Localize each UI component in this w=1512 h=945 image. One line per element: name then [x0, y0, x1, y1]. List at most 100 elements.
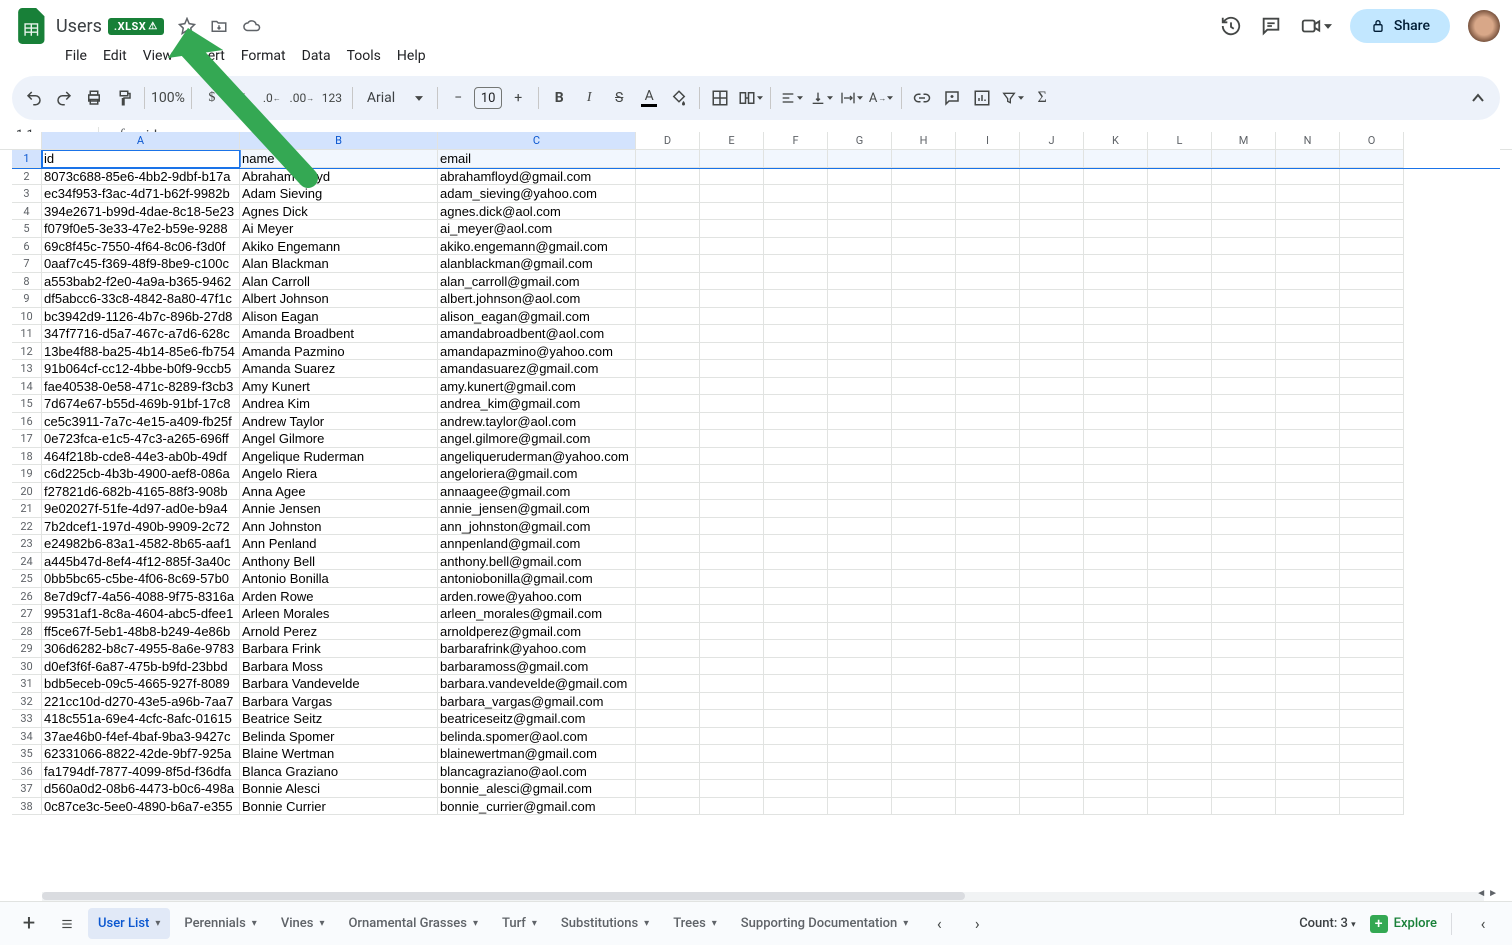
cell[interactable]: amandabroadbent@aol.com [438, 325, 636, 343]
cell[interactable] [1276, 605, 1340, 623]
cell[interactable] [700, 500, 764, 518]
cell[interactable]: Barbara Vargas [240, 693, 438, 711]
cell[interactable]: 0e723fca-e1c5-47c3-a265-696ff [42, 430, 240, 448]
cell[interactable]: 9e02027f-51fe-4d97-ad0e-b9a4 [42, 500, 240, 518]
cell[interactable] [1084, 675, 1148, 693]
cell[interactable] [700, 728, 764, 746]
cell[interactable] [1148, 430, 1212, 448]
cell[interactable] [1148, 693, 1212, 711]
cell[interactable] [1148, 605, 1212, 623]
cell[interactable] [1148, 500, 1212, 518]
cell[interactable] [764, 640, 828, 658]
row-header[interactable]: 20 [12, 483, 42, 501]
cell[interactable] [636, 623, 700, 641]
cell[interactable]: fae40538-0e58-471c-8289-f3cb3 [42, 378, 240, 396]
cell[interactable] [1212, 308, 1276, 326]
menu-edit[interactable]: Edit [96, 44, 134, 68]
tabs-scroll-left[interactable]: ‹ [922, 907, 956, 941]
cell[interactable] [700, 343, 764, 361]
cell[interactable] [1020, 500, 1084, 518]
scroll-left-icon[interactable]: ◄ [1476, 888, 1486, 899]
cell[interactable] [892, 675, 956, 693]
cell[interactable] [1340, 465, 1404, 483]
cell[interactable] [956, 710, 1020, 728]
cell[interactable] [700, 623, 764, 641]
cell[interactable] [1340, 325, 1404, 343]
cell[interactable] [764, 588, 828, 606]
cell[interactable] [956, 640, 1020, 658]
cell[interactable] [828, 710, 892, 728]
cell[interactable]: a553bab2-f2e0-4a9a-b365-9462 [42, 273, 240, 291]
cell[interactable] [1020, 168, 1084, 186]
paint-format-icon[interactable] [110, 83, 138, 113]
cell[interactable] [828, 395, 892, 413]
cell[interactable]: andrew.taylor@aol.com [438, 413, 636, 431]
cell[interactable] [1148, 640, 1212, 658]
cell[interactable] [892, 780, 956, 798]
cell[interactable] [1020, 623, 1084, 641]
cell[interactable]: Barbara Vandevelde [240, 675, 438, 693]
merge-cells-button[interactable] [736, 83, 764, 113]
cell[interactable]: 13be4f88-ba25-4b14-85e6-fb754 [42, 343, 240, 361]
cell[interactable] [892, 518, 956, 536]
cell[interactable] [956, 588, 1020, 606]
cell[interactable] [956, 150, 1020, 168]
menu-file[interactable]: File [58, 44, 94, 68]
cell[interactable] [1020, 763, 1084, 781]
cell[interactable] [1020, 605, 1084, 623]
cell[interactable] [892, 588, 956, 606]
cell[interactable] [828, 343, 892, 361]
cell[interactable] [1212, 150, 1276, 168]
cell[interactable] [1212, 203, 1276, 221]
cell[interactable]: Blaine Wertman [240, 745, 438, 763]
cell[interactable] [1212, 220, 1276, 238]
cell[interactable] [1084, 430, 1148, 448]
cell[interactable]: ai_meyer@aol.com [438, 220, 636, 238]
cell[interactable] [892, 693, 956, 711]
cell[interactable] [828, 658, 892, 676]
cell[interactable] [1148, 535, 1212, 553]
cell[interactable] [1084, 570, 1148, 588]
cell[interactable] [1020, 745, 1084, 763]
cell[interactable] [1020, 360, 1084, 378]
cell[interactable] [1148, 360, 1212, 378]
cell[interactable]: c6d225cb-4b3b-4900-aef8-086a [42, 465, 240, 483]
horizontal-scrollbar[interactable] [42, 891, 1484, 901]
cell[interactable]: df5abcc6-33c8-4842-8a80-47f1c [42, 290, 240, 308]
cell[interactable]: ce5c3911-7a7c-4e15-a409-fb25f [42, 413, 240, 431]
cell[interactable] [956, 728, 1020, 746]
cell[interactable] [636, 465, 700, 483]
row-header[interactable]: 1 [12, 150, 42, 168]
cell[interactable] [1276, 518, 1340, 536]
cell[interactable] [1212, 465, 1276, 483]
cell[interactable] [1020, 343, 1084, 361]
cell[interactable] [1276, 378, 1340, 396]
cell[interactable] [764, 535, 828, 553]
cell[interactable] [1276, 185, 1340, 203]
cell[interactable]: 0aaf7c45-f369-48f9-8be9-c100c [42, 255, 240, 273]
redo-icon[interactable] [50, 83, 78, 113]
cell[interactable] [1148, 185, 1212, 203]
column-header[interactable]: A [42, 132, 240, 150]
row-header[interactable]: 2 [12, 168, 42, 186]
cell[interactable]: alison_eagan@gmail.com [438, 308, 636, 326]
cell[interactable] [1148, 675, 1212, 693]
cell[interactable] [764, 675, 828, 693]
cell[interactable]: bonnie_currier@gmail.com [438, 798, 636, 816]
cell[interactable]: beatriceseitz@gmail.com [438, 710, 636, 728]
row-header[interactable]: 7 [12, 255, 42, 273]
cell[interactable] [1148, 780, 1212, 798]
cell[interactable] [828, 168, 892, 186]
cell[interactable] [828, 430, 892, 448]
cell[interactable] [700, 605, 764, 623]
cell[interactable] [1340, 518, 1404, 536]
font-select[interactable]: Arial [359, 84, 431, 112]
cell[interactable] [636, 273, 700, 291]
cell[interactable] [1020, 185, 1084, 203]
cell[interactable] [764, 238, 828, 256]
cell[interactable] [956, 675, 1020, 693]
cell[interactable] [1020, 518, 1084, 536]
cell[interactable] [1084, 185, 1148, 203]
cell[interactable]: 0bb5bc65-c5be-4f06-8c69-57b0 [42, 570, 240, 588]
cell[interactable] [1276, 570, 1340, 588]
